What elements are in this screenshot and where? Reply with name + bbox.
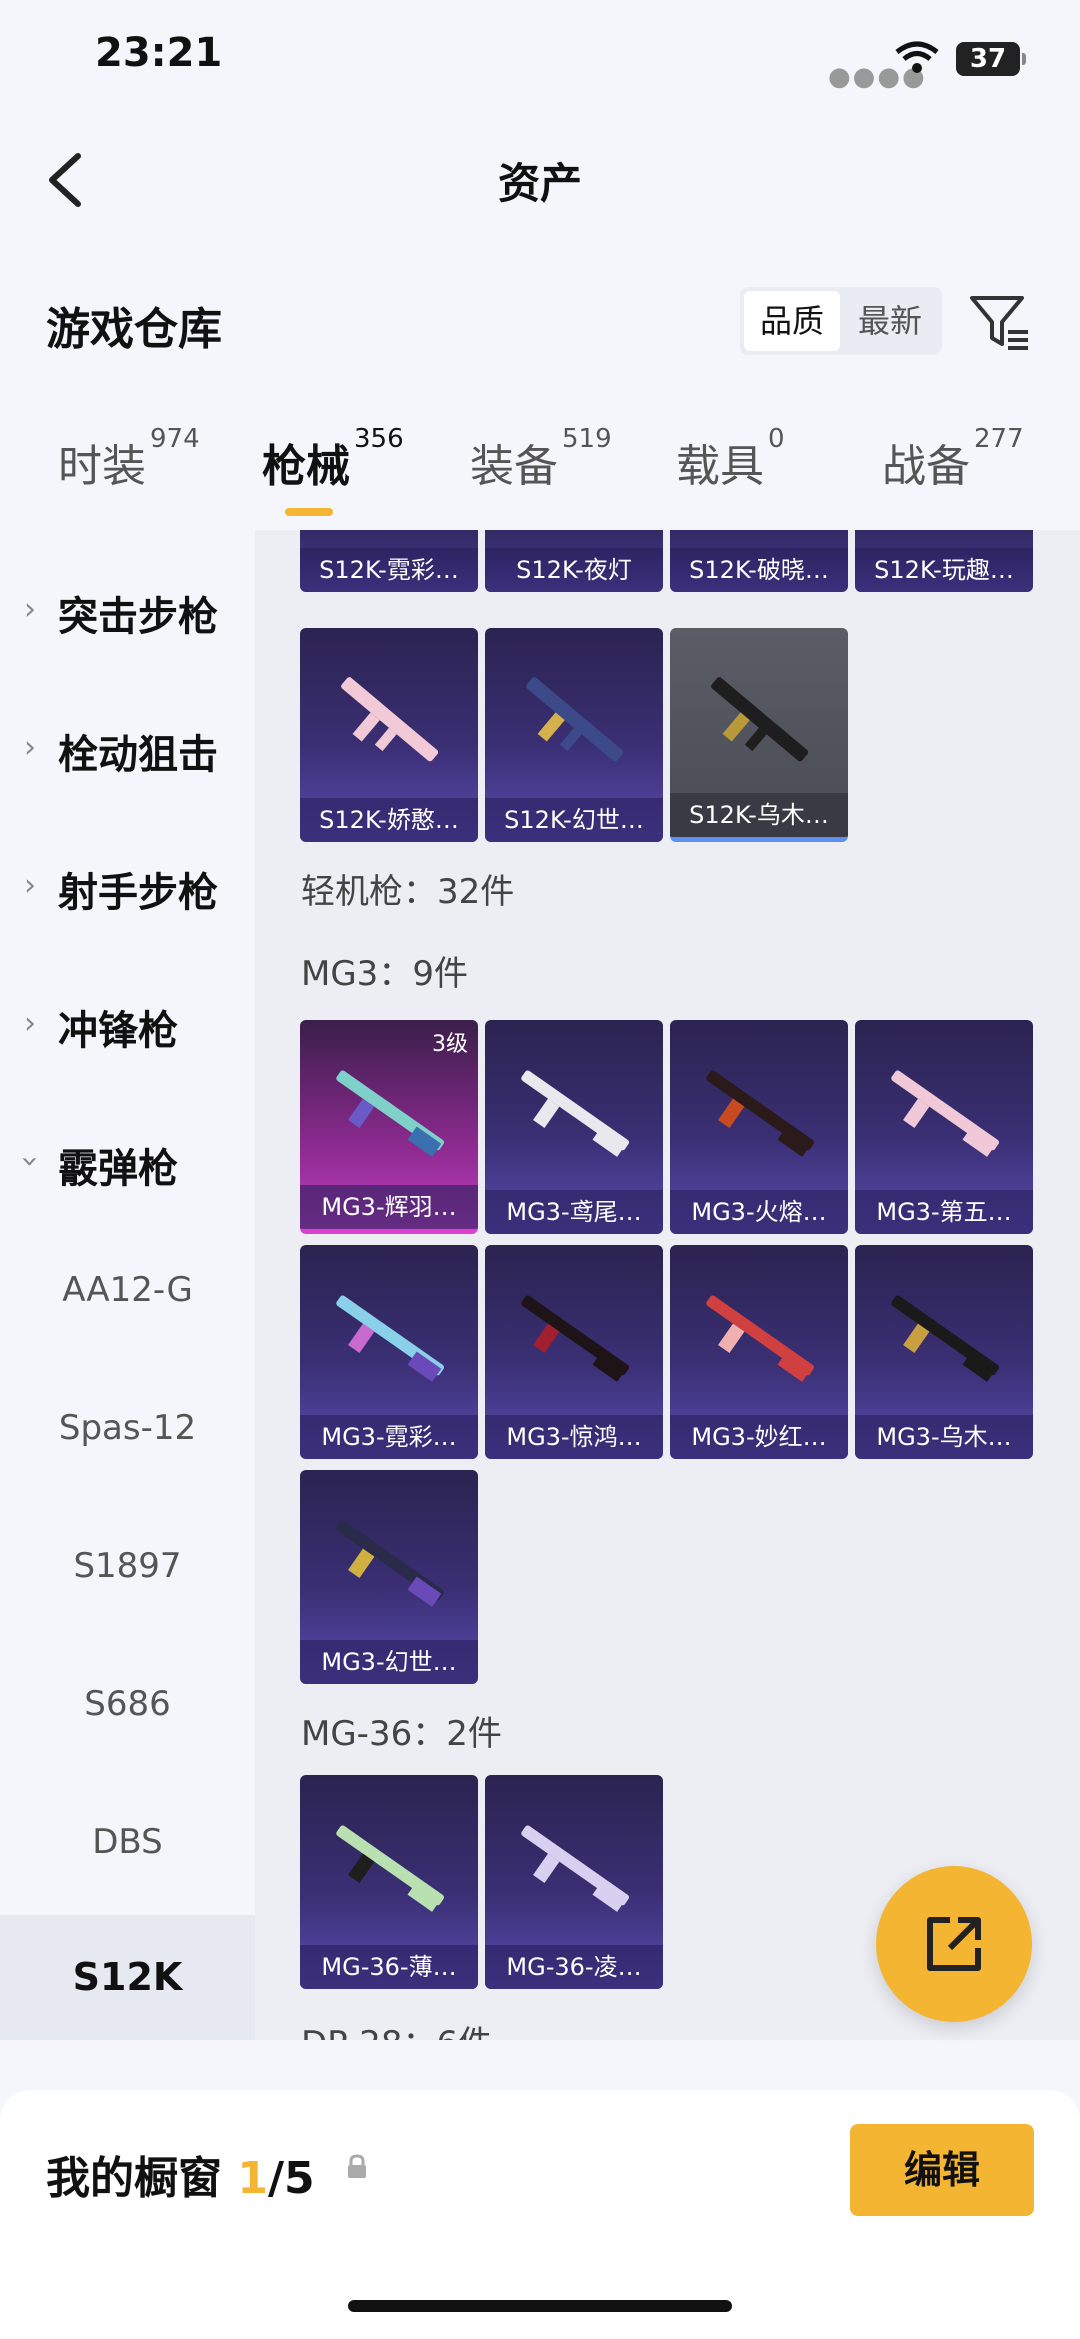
lock-icon: [348, 2154, 366, 2178]
sidebar-item-marksman-rifle[interactable]: › 射手步枪: [0, 846, 255, 926]
sidebar-subitem-s686[interactable]: S686: [0, 1684, 255, 1724]
sidebar-item-bolt-sniper[interactable]: › 栓动狙击: [0, 708, 255, 788]
sidebar-item-smg[interactable]: › 冲锋枪: [0, 984, 255, 1064]
wifi-icon: [895, 41, 939, 73]
machine-gun-icon: [706, 1070, 815, 1157]
item-card[interactable]: S12K-玩趣…: [855, 530, 1033, 592]
machine-gun-icon: [521, 1070, 630, 1157]
showcase-total: /5: [267, 2153, 315, 2204]
tab-guns[interactable]: 枪械356: [262, 424, 404, 494]
tab-fashion[interactable]: 时装974: [58, 424, 200, 494]
chevron-right-icon: ›: [24, 592, 36, 627]
item-card[interactable]: 3级 MG3-辉羽…: [300, 1020, 478, 1234]
chevron-right-icon: ›: [24, 868, 36, 903]
sidebar-subitem-dbs[interactable]: DBS: [0, 1822, 255, 1862]
machine-gun-icon: [336, 1825, 445, 1912]
machine-gun-icon: [706, 1295, 815, 1382]
item-grid: S12K-霓彩… S12K-夜灯 S12K-破晓… S12K-玩趣… S12K-…: [255, 530, 1080, 2040]
machine-gun-icon: [521, 1825, 630, 1912]
item-card[interactable]: MG3-幻世…: [300, 1470, 478, 1684]
machine-gun-icon: [336, 1295, 445, 1382]
showcase-label: 我的橱窗 1/5: [46, 2153, 315, 2204]
item-card[interactable]: MG3-鸢尾…: [485, 1020, 663, 1234]
share-icon: [927, 1917, 981, 1971]
sidebar-subitem-s12k[interactable]: S12K: [0, 1915, 255, 2040]
item-card[interactable]: MG3-妙红…: [670, 1245, 848, 1459]
clock: 23:21: [95, 30, 223, 76]
sidebar-subitem-aa12g[interactable]: AA12-G: [0, 1270, 255, 1310]
item-card[interactable]: S12K-幻世…: [485, 628, 663, 842]
section-header-mg3: MG3：9件: [301, 954, 468, 994]
share-button[interactable]: [876, 1866, 1032, 2022]
machine-gun-icon: [521, 1295, 630, 1382]
item-card[interactable]: MG3-惊鸿…: [485, 1245, 663, 1459]
machine-gun-icon: [891, 1295, 1000, 1382]
machine-gun-icon: [891, 1070, 1000, 1157]
home-indicator[interactable]: [348, 2300, 732, 2312]
sidebar-item-assault-rifle[interactable]: › 突击步枪: [0, 570, 255, 650]
status-bar: 23:21 ●●●● 37: [0, 0, 1080, 120]
section-header-lmg: 轻机枪：32件: [301, 872, 515, 912]
chevron-right-icon: ›: [24, 1006, 36, 1041]
sidebar: › 突击步枪 › 栓动狙击 › 射手步枪 › 冲锋枪 › 霰弹枪 AA12-G …: [0, 530, 255, 2040]
section-header-dp28: DP-28：6件: [301, 2016, 492, 2040]
item-card[interactable]: MG3-乌木…: [855, 1245, 1033, 1459]
item-card[interactable]: MG-36-薄…: [300, 1775, 478, 1989]
tab-active-indicator: [285, 508, 333, 516]
rifle-icon: [526, 677, 624, 762]
sidebar-subitem-s1897[interactable]: S1897: [0, 1546, 255, 1586]
rifle-icon: [711, 677, 809, 762]
top-bar: 资产: [0, 120, 1080, 240]
item-card[interactable]: S12K-破晓…: [670, 530, 848, 592]
item-card[interactable]: MG-36-凌…: [485, 1775, 663, 1989]
chevron-right-icon: ›: [24, 730, 36, 765]
tab-equipment[interactable]: 装备519: [470, 424, 612, 494]
item-card[interactable]: MG3-火熔…: [670, 1020, 848, 1234]
item-card[interactable]: MG3-霓彩…: [300, 1245, 478, 1459]
sort-quality-button[interactable]: 品质: [744, 291, 840, 351]
item-card[interactable]: MG3-第五…: [855, 1020, 1033, 1234]
sidebar-subitem-spas12[interactable]: Spas-12: [0, 1408, 255, 1448]
sort-toggle: 品质 最新: [740, 287, 942, 355]
machine-gun-icon: [336, 1070, 445, 1157]
edit-button[interactable]: 编辑: [850, 2124, 1034, 2216]
sidebar-item-shotgun[interactable]: › 霰弹枪: [0, 1122, 255, 1202]
warehouse-title: 游戏仓库: [46, 304, 222, 355]
item-card[interactable]: S12K-霓彩…: [300, 530, 478, 592]
sort-latest-button[interactable]: 最新: [842, 291, 938, 351]
tab-vehicles[interactable]: 载具0: [676, 424, 785, 494]
section-header-mg36: MG-36：2件: [301, 1714, 502, 1754]
rifle-icon: [341, 677, 439, 762]
filter-icon[interactable]: [968, 290, 1032, 354]
chevron-down-icon: ›: [12, 1155, 48, 1168]
showcase-current: 1: [237, 2153, 268, 2204]
page-title: 资产: [497, 159, 582, 208]
battery-icon: 37: [956, 42, 1026, 76]
tab-supplies[interactable]: 战备277: [882, 424, 1024, 494]
category-tabs: 时装974 枪械356 装备519 载具0 战备277: [0, 424, 1080, 530]
item-card[interactable]: S12K-娇憨…: [300, 628, 478, 842]
item-card[interactable]: S12K-夜灯: [485, 530, 663, 592]
machine-gun-icon: [336, 1520, 445, 1607]
item-card[interactable]: S12K-乌木…: [670, 628, 848, 842]
